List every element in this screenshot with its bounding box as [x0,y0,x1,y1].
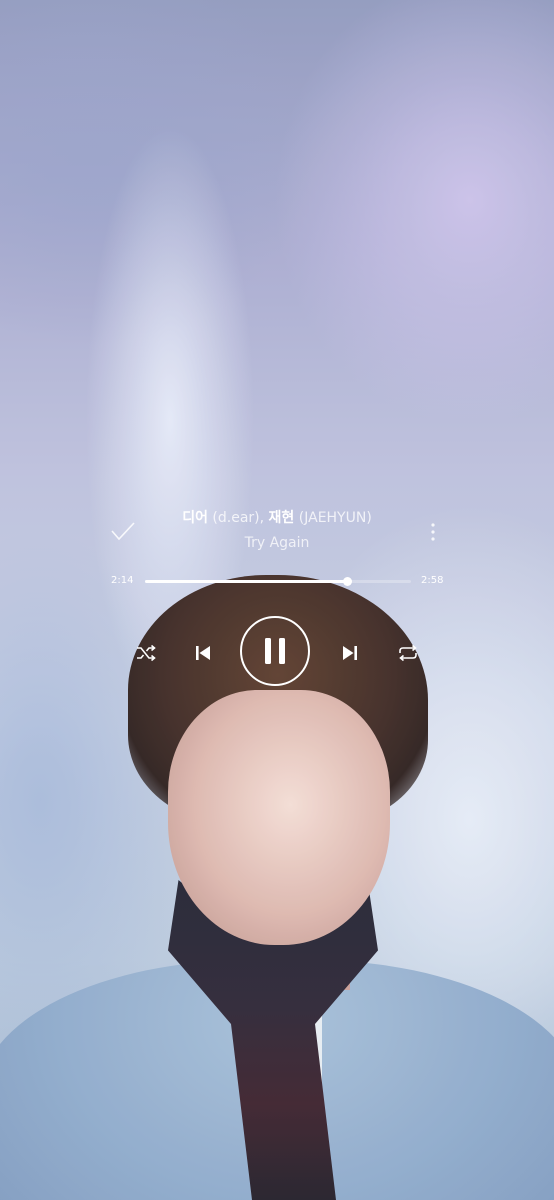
progress-slider[interactable] [145,577,411,586]
music-player-widget: 디어 (d.ear), 재현 (JAEHYUN) Try Again 2:14 … [0,0,554,1200]
pause-icon [265,638,285,664]
artist-secondary-en: (JAEHYUN) [298,510,372,526]
progress-thumb[interactable] [343,577,353,586]
check-icon[interactable] [110,519,136,543]
next-button[interactable] [340,643,360,663]
skip-next-icon [343,646,357,660]
more-vertical-icon[interactable] [425,520,441,544]
repeat-icon [399,644,417,662]
song-title: Try Again [244,535,310,551]
previous-button[interactable] [193,643,213,663]
song-info: 디어 (d.ear), 재현 (JAEHYUN) Try Again [150,506,404,554]
shuffle-icon [137,644,156,662]
artist-separator: , [259,510,265,526]
repeat-button[interactable] [396,643,420,663]
artist-primary-en: (d.ear) [212,510,260,526]
artist-line: 디어 (d.ear), 재현 (JAEHYUN) [150,506,404,530]
artist-secondary: 재현 [268,510,295,526]
progress-fill [145,580,348,583]
artist-primary: 디어 [182,510,208,526]
time-total: 2:58 [421,575,444,586]
skip-previous-icon [196,646,210,660]
pause-button[interactable] [240,616,310,686]
shuffle-button[interactable] [134,643,158,663]
time-elapsed: 2:14 [111,575,134,586]
